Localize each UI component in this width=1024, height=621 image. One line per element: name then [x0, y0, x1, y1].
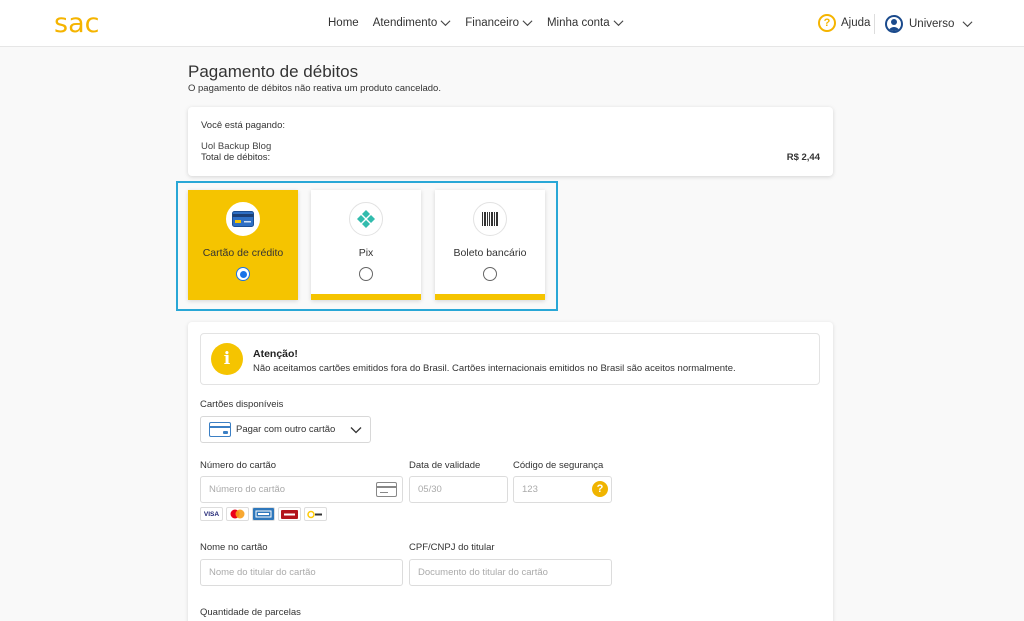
card-payment-form: i Atenção! Não aceitamos cartões emitido… [188, 322, 833, 621]
card-number-label: Número do cartão [200, 460, 277, 471]
cards-available-value: Pagar com outro cartão [236, 424, 336, 435]
pix-icon [349, 202, 383, 236]
nav-minha-conta[interactable]: Minha conta [547, 17, 624, 29]
method-pix[interactable]: Pix [311, 190, 421, 300]
sac-logo[interactable]: sac [54, 8, 99, 39]
installments-label: Quantidade de parcelas [200, 607, 301, 618]
nav-atendimento[interactable]: Atendimento [373, 17, 452, 29]
cards-available-label: Cartões disponíveis [200, 399, 284, 410]
method-credit-card[interactable]: Cartão de crédito [188, 190, 298, 300]
cvv-label: Código de segurança [513, 460, 604, 471]
chevron-down-icon [350, 427, 362, 434]
user-icon [885, 15, 903, 33]
credit-card-icon [209, 422, 231, 437]
expiry-label: Data de validade [409, 460, 481, 471]
card-number-icon [376, 482, 397, 497]
card-brands: VISA [200, 507, 330, 521]
mastercard-icon [226, 507, 249, 521]
barcode-icon [473, 202, 507, 236]
total-label: Total de débitos: [201, 152, 271, 163]
method-radio-credit-card[interactable] [236, 267, 250, 281]
expiry-input[interactable] [409, 476, 508, 503]
question-icon: ? [818, 14, 836, 32]
method-accent-bar [435, 294, 545, 300]
nav-atendimento-label: Atendimento [372, 17, 438, 29]
visa-icon: VISA [200, 507, 223, 521]
nav-financeiro[interactable]: Financeiro [465, 17, 533, 29]
product-name: Uol Backup Blog [201, 141, 272, 152]
document-input[interactable] [409, 559, 612, 586]
credit-card-icon [226, 202, 260, 236]
name-label: Nome no cartão [200, 542, 268, 553]
cvv-help-icon[interactable]: ? [592, 481, 608, 497]
method-label: Boleto bancário [453, 247, 527, 259]
cards-available-select[interactable]: Pagar com outro cartão [200, 416, 371, 443]
chevron-down-icon [962, 21, 973, 28]
attention-alert: i Atenção! Não aceitamos cartões emitido… [200, 333, 820, 385]
nav-minha-conta-label: Minha conta [546, 17, 610, 29]
chevron-down-icon [440, 20, 451, 27]
total-value: R$ 2,44 [786, 152, 820, 163]
method-radio-boleto[interactable] [483, 267, 497, 281]
elo-icon [304, 507, 327, 521]
user-label: Universo [909, 18, 955, 30]
amex-icon [252, 507, 275, 521]
method-boleto[interactable]: Boleto bancário [435, 190, 545, 300]
alert-title: Atenção! [253, 348, 298, 360]
nav-home-label: Home [328, 17, 359, 29]
method-radio-pix[interactable] [359, 267, 373, 281]
page-subtitle: O pagamento de débitos não reativa um pr… [188, 83, 441, 94]
nav-home[interactable]: Home [328, 17, 359, 29]
paying-label: Você está pagando: [201, 120, 285, 131]
help-label: Ajuda [841, 17, 871, 29]
user-menu[interactable]: Universo [885, 15, 973, 33]
header-divider [874, 14, 875, 34]
method-label: Pix [358, 247, 374, 259]
document-label: CPF/CNPJ do titular [409, 542, 495, 553]
top-header: sac Home Atendimento Financeiro Minha co… [0, 0, 1024, 47]
name-input[interactable] [200, 559, 403, 586]
nav-financeiro-label: Financeiro [465, 17, 519, 29]
card-number-input[interactable] [200, 476, 403, 503]
hipercard-icon [278, 507, 301, 521]
page-title: Pagamento de débitos [188, 62, 359, 81]
chevron-down-icon [522, 20, 533, 27]
info-icon: i [211, 343, 243, 375]
chevron-down-icon [613, 20, 624, 27]
payment-summary-card: Você está pagando: Uol Backup Blog Total… [188, 107, 833, 176]
alert-text: Não aceitamos cartões emitidos fora do B… [253, 363, 736, 374]
help-link[interactable]: ? Ajuda [818, 14, 870, 32]
main-nav: Home Atendimento Financeiro Minha conta [328, 17, 638, 29]
method-label: Cartão de crédito [202, 247, 284, 259]
method-accent-bar [311, 294, 421, 300]
